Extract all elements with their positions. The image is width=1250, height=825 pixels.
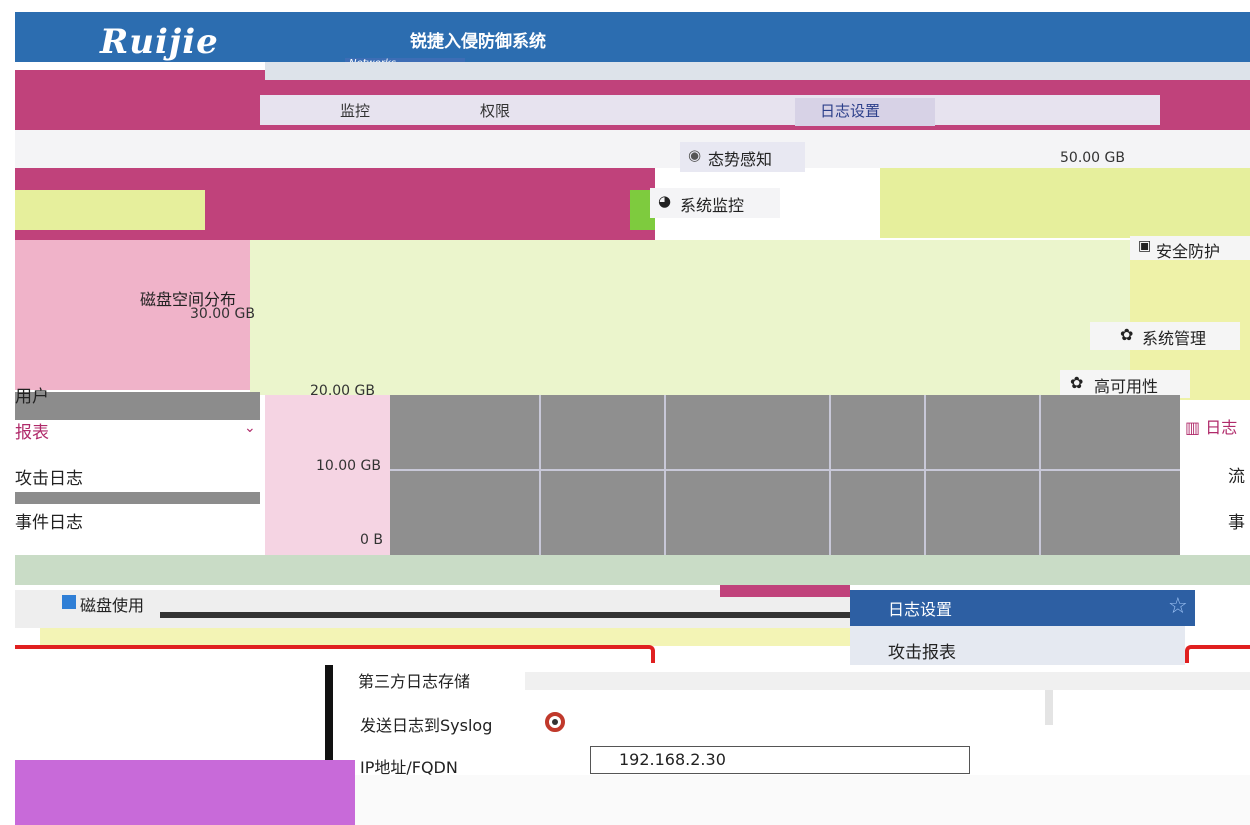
left-item-report[interactable]: 报表 (15, 418, 49, 443)
yellow-strip (40, 628, 850, 646)
left-menu-separator (15, 492, 260, 504)
chart-plot-area (390, 395, 1180, 555)
pink-strip (720, 585, 850, 597)
ip-address-input[interactable]: 192.168.2.30 (590, 746, 970, 774)
star-icon[interactable]: ☆ (1168, 594, 1188, 619)
highlight-frame-right (1185, 645, 1250, 663)
ip-input-value: 192.168.2.30 (619, 750, 726, 769)
nav-system-monitor-label: 系统监控 (680, 196, 745, 215)
highlight-frame-left (15, 645, 655, 663)
nav-situation-label: 态势感知 (708, 150, 773, 169)
menu-bar (260, 95, 1160, 125)
left-menu-bar (15, 392, 260, 420)
nav-system-management-label: 系统管理 (1142, 329, 1207, 348)
product-title: 锐捷入侵防御系统 (410, 32, 546, 52)
radar-icon: ◉ (688, 146, 702, 164)
gear-icon: ✿ (1070, 373, 1084, 392)
menu-item-monitor[interactable]: 监控 (340, 100, 370, 121)
nav-situation-awareness[interactable]: ◉ 态势感知 (680, 142, 805, 172)
chevron-down-icon[interactable]: ⌄ (244, 420, 256, 436)
nav-log-report[interactable]: ▥ 日志 (1185, 414, 1237, 438)
footer-band (355, 775, 1250, 825)
y-tick-0: 0 B (360, 532, 383, 548)
nav-log-report-label: 日志 (1205, 418, 1238, 437)
form-scroll-marker (1045, 690, 1053, 725)
chart-panel (250, 240, 1130, 395)
legend-label: 磁盘使用 (80, 596, 145, 615)
section-title: 第三方日志存储 (358, 672, 471, 691)
send-syslog-label: 发送日志到Syslog (360, 716, 493, 735)
pie-chart-icon: ◕ (658, 192, 672, 210)
menu-band-strip (265, 62, 1250, 80)
nav-security-defense[interactable]: ▣ 安全防护 (1130, 236, 1250, 261)
y-tick-20: 20.00 GB (310, 383, 375, 399)
right-item-event[interactable]: 事 (1228, 508, 1245, 533)
form-header-strip (525, 672, 1250, 690)
legend-line (160, 612, 850, 618)
nav-high-availability[interactable]: ✿ 高可用性 (1060, 370, 1190, 398)
y-tick-10: 10.00 GB (316, 458, 381, 474)
brand-logo: Ruijie (100, 22, 219, 62)
menu-item-permission[interactable]: 权限 (480, 100, 510, 121)
banner-block-yellow (880, 168, 1250, 238)
legend-swatch (62, 595, 76, 609)
banner-block-left (15, 190, 205, 230)
nav-security-defense-label: 安全防护 (1156, 242, 1221, 261)
menu-item-log-settings[interactable]: 日志设置 (820, 100, 880, 121)
chart-grid (390, 395, 1180, 555)
dropdown-header[interactable]: 日志设置 (850, 590, 1195, 626)
bar-chart-icon: ▥ (1185, 418, 1206, 437)
capacity-value: 50.00 GB (1060, 150, 1125, 166)
nav-high-availability-label: 高可用性 (1094, 377, 1159, 396)
left-item-attack-log[interactable]: 攻击日志 (15, 464, 83, 489)
y-axis-area (265, 395, 390, 555)
nav-system-monitor[interactable]: ◕ 系统监控 (650, 188, 780, 218)
shield-icon: ▣ (1138, 238, 1152, 254)
gear-icon: ✿ (1120, 325, 1134, 344)
right-item-flow[interactable]: 流 (1228, 462, 1245, 487)
nav-system-management[interactable]: ✿ 系统管理 (1090, 322, 1240, 350)
form-divider (325, 665, 333, 775)
left-item-user[interactable]: 用户 (15, 382, 49, 407)
chart-footer (15, 555, 1250, 585)
side-block (15, 760, 355, 825)
dropdown-item-attack-report[interactable]: 攻击报表 (850, 626, 1185, 670)
y-tick-top: 30.00 GB (190, 306, 255, 322)
left-item-event-log[interactable]: 事件日志 (15, 508, 83, 533)
send-syslog-toggle[interactable] (535, 712, 575, 732)
